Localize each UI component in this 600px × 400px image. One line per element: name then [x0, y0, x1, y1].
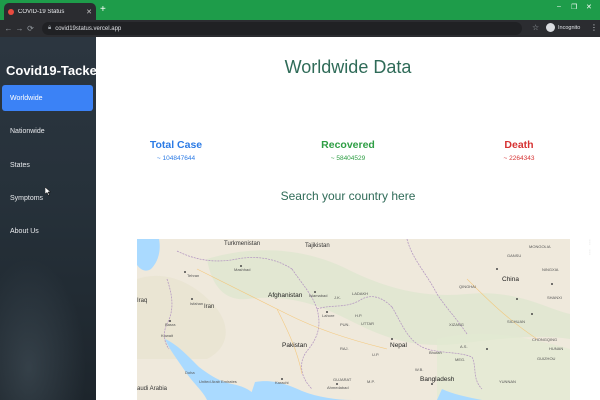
reload-icon[interactable]: ⟳ — [25, 24, 36, 33]
sidebar-item-worldwide[interactable]: Worldwide — [2, 85, 93, 111]
maximize-button[interactable]: ❐ — [571, 3, 577, 11]
stat-label: Recovered — [321, 139, 375, 151]
mouse-cursor-icon — [45, 187, 51, 196]
browser-tab[interactable]: COVID-19 Status ✕ — [4, 3, 96, 20]
close-window-button[interactable]: ✕ — [586, 3, 592, 11]
lock-icon: 🔒︎ — [48, 25, 52, 31]
bookmark-star-icon[interactable]: ☆ — [532, 23, 539, 32]
stat-value: ~ 104847644 — [156, 155, 196, 162]
profile-label: Incognito — [558, 24, 581, 31]
tab-close-icon[interactable]: ✕ — [86, 8, 92, 16]
page-scroll-hint-icon: ⋮ ⋮ — [587, 240, 593, 256]
back-arrow-icon[interactable]: ← — [3, 24, 14, 33]
forward-arrow-icon[interactable]: → — [14, 24, 25, 33]
search-heading: Search your country here — [280, 189, 416, 203]
map-city-dots — [169, 265, 553, 385]
stat-label: Death — [504, 139, 534, 151]
sidebar-item-nationwide[interactable]: Nationwide — [2, 118, 93, 144]
country-map[interactable]: Turkmenistan Tajikistan Tehran Mashhad I… — [137, 239, 570, 400]
browser-tabstrip: COVID-19 Status ✕ + – ❐ ✕ — [0, 0, 600, 20]
sidebar-item-about-us[interactable]: About Us — [2, 218, 93, 244]
new-tab-button[interactable]: + — [100, 4, 106, 16]
incognito-icon — [546, 23, 555, 32]
stat-label: Total Case — [149, 139, 203, 151]
stat-value: ~ 2264343 — [503, 155, 535, 162]
sidebar-item-states[interactable]: States — [2, 152, 93, 178]
stat-death: Death ~ 2264343 — [459, 139, 579, 162]
favicon-icon — [8, 8, 14, 15]
stat-total-case: Total Case ~ 104847644 — [116, 139, 236, 162]
more-menu-icon[interactable]: ⋮ — [590, 23, 598, 32]
stat-value: ~ 58404529 — [330, 155, 366, 162]
tab-title: COVID-19 Status — [18, 8, 65, 15]
stat-recovered: Recovered ~ 58404529 — [288, 139, 408, 162]
address-bar[interactable]: 🔒︎ covid19status.vercel.app — [42, 22, 522, 35]
url-text: covid19status.vercel.app — [55, 25, 122, 32]
page-title: Worldwide Data — [284, 57, 412, 77]
sidebar: Covid19-Tacker Worldwide Nationwide Stat… — [0, 37, 96, 400]
browser-toolbar: ← → ⟳ 🔒︎ covid19status.vercel.app ☆ Inco… — [0, 20, 600, 37]
brand-title: Covid19-Tacker — [6, 63, 96, 78]
minimize-button[interactable]: – — [557, 3, 561, 10]
profile-button[interactable]: Incognito — [546, 23, 580, 32]
